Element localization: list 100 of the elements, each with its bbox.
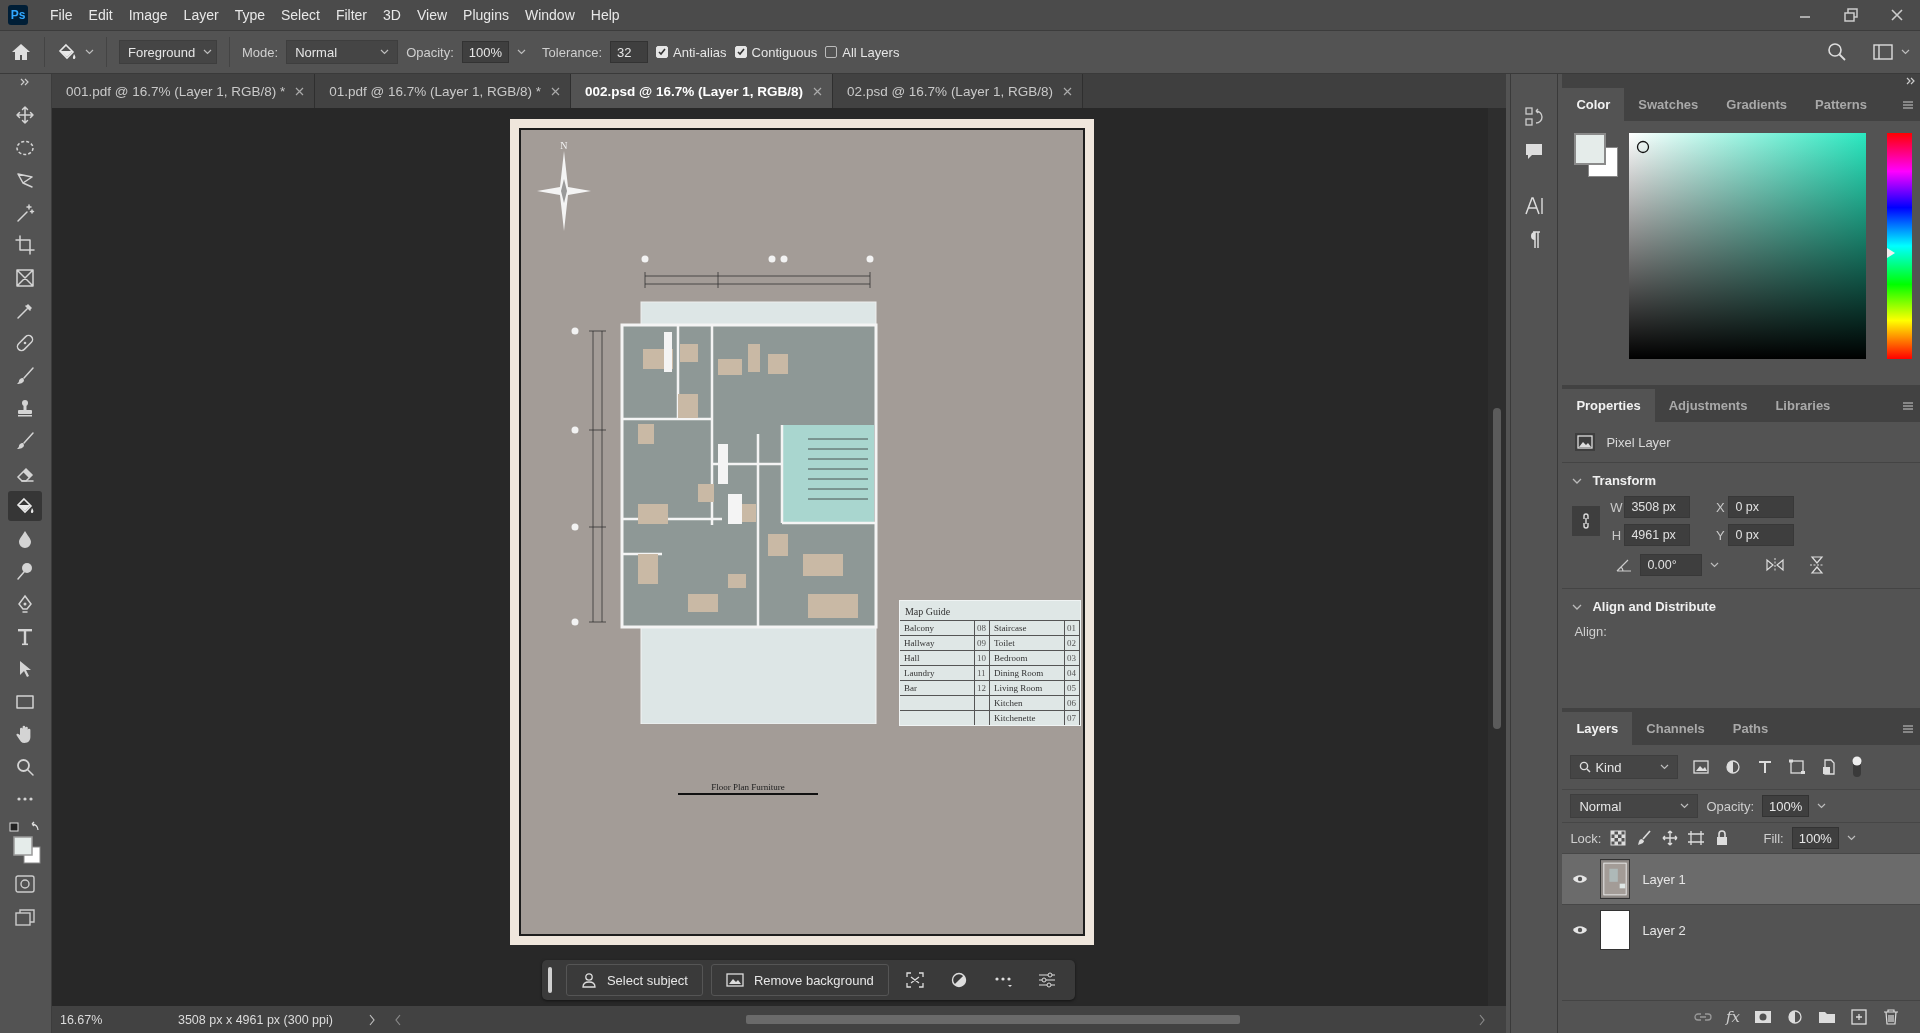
close-icon[interactable]	[1890, 8, 1904, 22]
move-icon[interactable]	[15, 105, 36, 125]
checkbox[interactable]	[825, 46, 838, 58]
folder-icon[interactable]	[1818, 1009, 1836, 1025]
bucket-icon[interactable]	[57, 42, 77, 62]
layer-row[interactable]: Layer 2	[1562, 904, 1920, 955]
sliders-icon[interactable]	[1037, 972, 1056, 988]
filter-dropdown[interactable]: Kind	[1570, 755, 1679, 779]
panel-tab[interactable]: Swatches	[1624, 88, 1713, 121]
expand-selection-icon[interactable]	[905, 972, 924, 988]
task-button[interactable]: Remove background	[710, 964, 889, 996]
panel-tab[interactable]: Adjustments	[1654, 389, 1762, 422]
x-field[interactable]: 0 px	[1728, 496, 1795, 518]
menu-item[interactable]: View	[408, 7, 456, 23]
layer-row[interactable]: Layer 1	[1562, 853, 1920, 904]
caret-icon[interactable]	[1710, 562, 1720, 568]
scrollbar-thumb[interactable]	[1493, 408, 1502, 729]
bandage-icon[interactable]	[15, 333, 36, 354]
caret-icon[interactable]	[1817, 803, 1827, 809]
expand-icon[interactable]	[1906, 77, 1916, 85]
menu-item[interactable]: Window	[516, 7, 583, 23]
color-swatches[interactable]	[1574, 133, 1619, 177]
angle-field[interactable]: 0.00°	[1640, 554, 1703, 576]
link-icon[interactable]	[1572, 506, 1601, 536]
menu-item[interactable]: 3D	[375, 7, 409, 23]
hue-slider[interactable]	[1887, 133, 1913, 359]
width-field[interactable]: 3508 px	[1624, 496, 1691, 518]
panel-tab[interactable]: Channels	[1632, 712, 1719, 745]
close-icon[interactable]	[813, 86, 823, 96]
brush-icon[interactable]	[15, 430, 36, 451]
new-layer-icon[interactable]	[1850, 1009, 1868, 1025]
filter-toggle-icon[interactable]	[1852, 756, 1863, 778]
adjustment-icon[interactable]	[1786, 1009, 1804, 1025]
panel-tab[interactable]: Libraries	[1761, 389, 1845, 422]
height-field[interactable]: 4961 px	[1624, 524, 1691, 546]
panel-menu-icon[interactable]	[1902, 723, 1914, 734]
history-icon[interactable]	[1524, 106, 1545, 128]
zoom-icon[interactable]	[15, 756, 36, 777]
lasso-icon[interactable]	[15, 170, 36, 191]
menu-item[interactable]: Image	[120, 7, 176, 23]
home-icon[interactable]	[10, 42, 32, 62]
panel-menu-icon[interactable]	[1902, 400, 1914, 411]
y-field[interactable]: 0 px	[1728, 524, 1795, 546]
comment-icon[interactable]	[1524, 142, 1545, 162]
restore-icon[interactable]	[1843, 8, 1859, 22]
fx-button[interactable]: fx	[1726, 1008, 1740, 1026]
scrollbar-thumb[interactable]	[745, 1015, 1240, 1024]
character-icon[interactable]	[1524, 196, 1545, 216]
menu-item[interactable]: Select	[273, 7, 328, 23]
caret-icon[interactable]	[380, 49, 390, 55]
screen-mode-icon[interactable]	[15, 909, 36, 928]
menu-item[interactable]: Filter	[327, 7, 376, 23]
close-icon[interactable]	[551, 86, 561, 96]
caret-icon[interactable]	[1680, 803, 1690, 809]
slider-thumb[interactable]	[1887, 247, 1896, 258]
shape-filter-icon[interactable]	[1788, 759, 1807, 775]
close-icon[interactable]	[295, 86, 305, 96]
panel-tab[interactable]: Gradients	[1712, 88, 1801, 121]
wand-icon[interactable]	[15, 202, 36, 223]
quick-mask-icon[interactable]	[15, 875, 36, 894]
chevron-right-icon[interactable]	[1478, 1013, 1487, 1026]
artboard-icon[interactable]	[1687, 830, 1706, 846]
menu-item[interactable]: Plugins	[455, 7, 517, 23]
tool-button[interactable]	[8, 491, 43, 522]
menu-item[interactable]: Type	[226, 7, 273, 23]
crop-icon[interactable]	[15, 235, 36, 256]
zoom-level[interactable]: 16.67%	[51, 1012, 146, 1027]
adjustment-filter-icon[interactable]	[1724, 759, 1743, 775]
caret-icon[interactable]	[85, 49, 94, 55]
color-swatches-icon[interactable]	[8, 821, 43, 866]
image-filter-icon[interactable]	[1692, 759, 1711, 775]
frame-icon[interactable]	[15, 267, 36, 288]
panel-tab[interactable]: Patterns	[1801, 88, 1882, 121]
panel-tab[interactable]: Paths	[1718, 712, 1783, 745]
trash-icon[interactable]	[1882, 1009, 1900, 1025]
eye-icon[interactable]	[1572, 925, 1589, 935]
caret-icon[interactable]	[517, 49, 527, 55]
panel-menu-icon[interactable]	[1902, 99, 1914, 110]
chevron-right-icon[interactable]	[367, 1013, 376, 1026]
picker-circle-icon[interactable]	[1636, 140, 1651, 154]
eye-icon[interactable]	[1572, 874, 1589, 884]
expand-icon[interactable]	[20, 78, 31, 86]
mode-dropdown[interactable]: Normal	[286, 40, 399, 64]
opacity-field[interactable]: 100%	[461, 41, 510, 63]
menu-item[interactable]: Help	[582, 7, 628, 23]
checkerboard-icon[interactable]	[1609, 830, 1628, 846]
close-icon[interactable]	[1062, 86, 1072, 96]
half-circle-icon[interactable]	[950, 972, 967, 988]
opacity-field[interactable]: 100%	[1762, 795, 1810, 817]
panel-tab[interactable]: Properties	[1562, 389, 1655, 422]
caret-icon[interactable]	[1901, 49, 1910, 55]
fill-field[interactable]: 100%	[1791, 827, 1839, 849]
move-icon[interactable]	[1661, 830, 1680, 846]
menu-item[interactable]: File	[42, 7, 81, 23]
panel-tab[interactable]: Layers	[1562, 712, 1633, 745]
caret-icon[interactable]	[1846, 835, 1856, 841]
flip-horizontal-icon[interactable]	[1765, 557, 1786, 573]
chevron-left-icon[interactable]	[393, 1013, 402, 1026]
panel-tab[interactable]: Color	[1562, 88, 1625, 121]
brush-icon[interactable]	[1635, 830, 1654, 846]
